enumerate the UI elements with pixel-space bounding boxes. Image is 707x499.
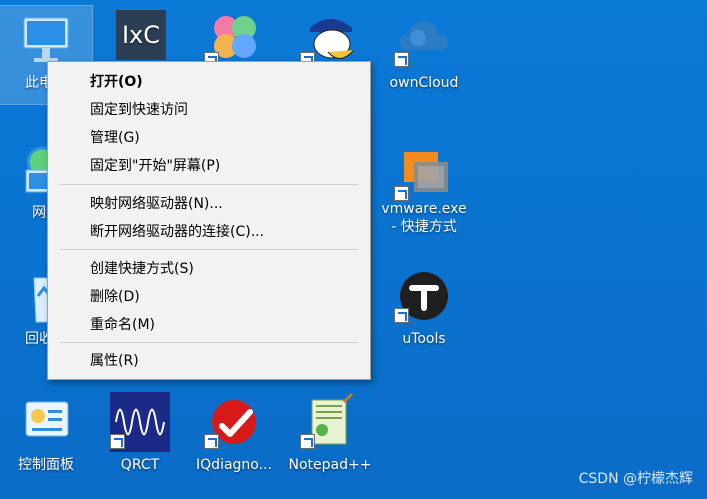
menu-separator xyxy=(60,184,358,185)
control-panel-icon-tile[interactable]: 控制面板 xyxy=(0,388,92,486)
icon-label: 控制面板 xyxy=(18,457,74,473)
qrct-icon-tile[interactable]: QRCT xyxy=(94,388,186,486)
vmware-shortcut-tile[interactable]: vmware.exe - 快捷方式 xyxy=(378,138,470,248)
context-menu: 打开(O) 固定到快速访问 管理(G) 固定到"开始"屏幕(P) 映射网络驱动器… xyxy=(47,61,371,380)
menu-pin-quick-access[interactable]: 固定到快速访问 xyxy=(48,96,370,124)
icon-label: vmware.exe - 快捷方式 xyxy=(381,201,467,235)
icon-label: QRCT xyxy=(120,457,160,473)
menu-pin-start[interactable]: 固定到"开始"屏幕(P) xyxy=(48,152,370,180)
iqdiagnostics-icon-tile[interactable]: IQdiagno... xyxy=(188,388,280,486)
notepadpp-icon-tile[interactable]: Notepad++ xyxy=(284,388,376,486)
menu-create-shortcut[interactable]: 创建快捷方式(S) xyxy=(48,255,370,283)
menu-separator xyxy=(60,249,358,250)
menu-disconnect-network-drive[interactable]: 断开网络驱动器的连接(C)... xyxy=(48,218,370,246)
icon-label: uTools xyxy=(402,331,446,347)
ixc-logo-text: IxC xyxy=(122,21,160,49)
menu-rename[interactable]: 重命名(M) xyxy=(48,311,370,339)
menu-open[interactable]: 打开(O) xyxy=(48,68,370,96)
shortcut-arrow-icon xyxy=(394,186,409,201)
owncloud-icon-tile[interactable]: ownCloud xyxy=(378,6,470,104)
shortcut-arrow-icon xyxy=(394,308,409,323)
control-panel-icon xyxy=(16,392,76,452)
icon-label: ownCloud xyxy=(389,75,459,91)
icon-label: Notepad++ xyxy=(288,457,372,473)
shortcut-arrow-icon xyxy=(300,434,315,449)
menu-delete[interactable]: 删除(D) xyxy=(48,283,370,311)
icon-label: IQdiagno... xyxy=(196,457,272,473)
menu-properties[interactable]: 属性(R) xyxy=(48,347,370,375)
shortcut-arrow-icon xyxy=(394,52,409,67)
shortcut-arrow-icon xyxy=(110,434,125,449)
menu-separator xyxy=(60,342,358,343)
utools-icon-tile[interactable]: uTools xyxy=(378,262,470,360)
watermark-text: CSDN @柠檬杰辉 xyxy=(578,471,693,487)
shortcut-arrow-icon xyxy=(204,434,219,449)
menu-manage[interactable]: 管理(G) xyxy=(48,124,370,152)
menu-map-network-drive[interactable]: 映射网络驱动器(N)... xyxy=(48,190,370,218)
